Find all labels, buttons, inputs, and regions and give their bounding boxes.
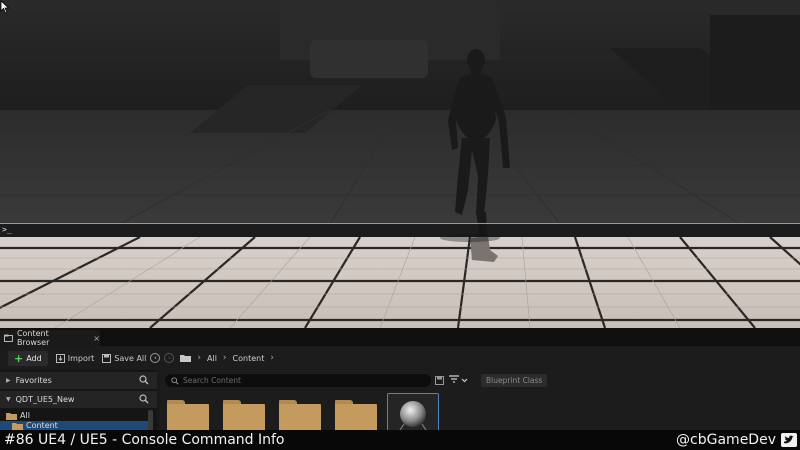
chevron-down-icon: ▼: [6, 396, 11, 403]
mouse-cursor-icon: [0, 0, 10, 14]
add-label: Add: [26, 353, 42, 363]
import-button[interactable]: Import: [55, 353, 95, 363]
chevron-right-icon[interactable]: ›: [223, 353, 227, 363]
add-button[interactable]: + Add: [8, 350, 48, 366]
tab-content-browser[interactable]: Content Browser ×: [0, 329, 100, 347]
favorites-label: Favorites: [15, 376, 52, 385]
console-input[interactable]: >_: [0, 223, 800, 237]
search-icon[interactable]: [139, 394, 149, 404]
tree-label-all: All: [20, 411, 30, 420]
save-search-icon[interactable]: [435, 376, 444, 385]
back-icon[interactable]: ‹: [150, 353, 161, 363]
search-input[interactable]: Search Content: [165, 374, 431, 387]
video-title-banner: #86 UE4 / UE5 - Console Command Info @cb…: [0, 430, 800, 450]
filter-chip-blueprint-class[interactable]: Blueprint Class: [481, 374, 548, 387]
search-icon[interactable]: [139, 375, 149, 385]
author-handle: @cbGameDev: [676, 432, 776, 448]
save-all-label: Save All: [114, 353, 147, 363]
asset-folder[interactable]: [223, 394, 269, 434]
import-label: Import: [67, 353, 95, 363]
folder-icon[interactable]: [180, 354, 192, 362]
tree-label-content: Content: [26, 421, 58, 430]
favorites-header[interactable]: ▶ Favorites: [0, 372, 157, 389]
chevron-right-icon: ▶: [6, 377, 11, 384]
tree-item-all[interactable]: All: [6, 411, 30, 420]
folder-icon: [6, 412, 17, 420]
twitter-icon: [781, 433, 797, 447]
forward-icon[interactable]: ›: [164, 353, 175, 363]
search-placeholder: Search Content: [183, 376, 241, 385]
project-header[interactable]: ▼ QDT_UE5_New: [0, 391, 157, 408]
asset-folder[interactable]: [335, 394, 381, 434]
asset-folder[interactable]: [167, 394, 213, 434]
breadcrumb-all[interactable]: All: [207, 354, 217, 363]
chevron-right-icon[interactable]: ›: [270, 353, 274, 363]
banner-title: #86 UE4 / UE5 - Console Command Info: [4, 432, 285, 448]
tab-label: Content Browser: [16, 329, 50, 347]
content-browser-icon: [4, 334, 13, 342]
level-viewport[interactable]: >_: [0, 0, 800, 328]
content-browser-toolbar: + Add Import Save All ‹ › › All › Conten…: [0, 347, 800, 369]
filter-icon[interactable]: [449, 375, 469, 385]
tree-item-content[interactable]: Content: [12, 421, 58, 430]
chevron-right-icon[interactable]: ›: [197, 353, 201, 363]
viewport-scene: [0, 0, 800, 328]
save-icon: [102, 353, 112, 363]
search-icon: [171, 376, 179, 385]
add-icon: +: [14, 351, 24, 365]
import-icon: [55, 353, 65, 363]
folder-icon: [12, 422, 23, 430]
console-prompt: >_: [2, 225, 12, 234]
breadcrumb-content[interactable]: Content: [233, 354, 265, 363]
project-label: QDT_UE5_New: [15, 395, 75, 404]
asset-folder[interactable]: [279, 394, 325, 434]
close-icon[interactable]: ×: [93, 334, 100, 343]
tab-bar: Content Browser ×: [0, 328, 800, 347]
save-all-button[interactable]: Save All: [102, 353, 147, 363]
